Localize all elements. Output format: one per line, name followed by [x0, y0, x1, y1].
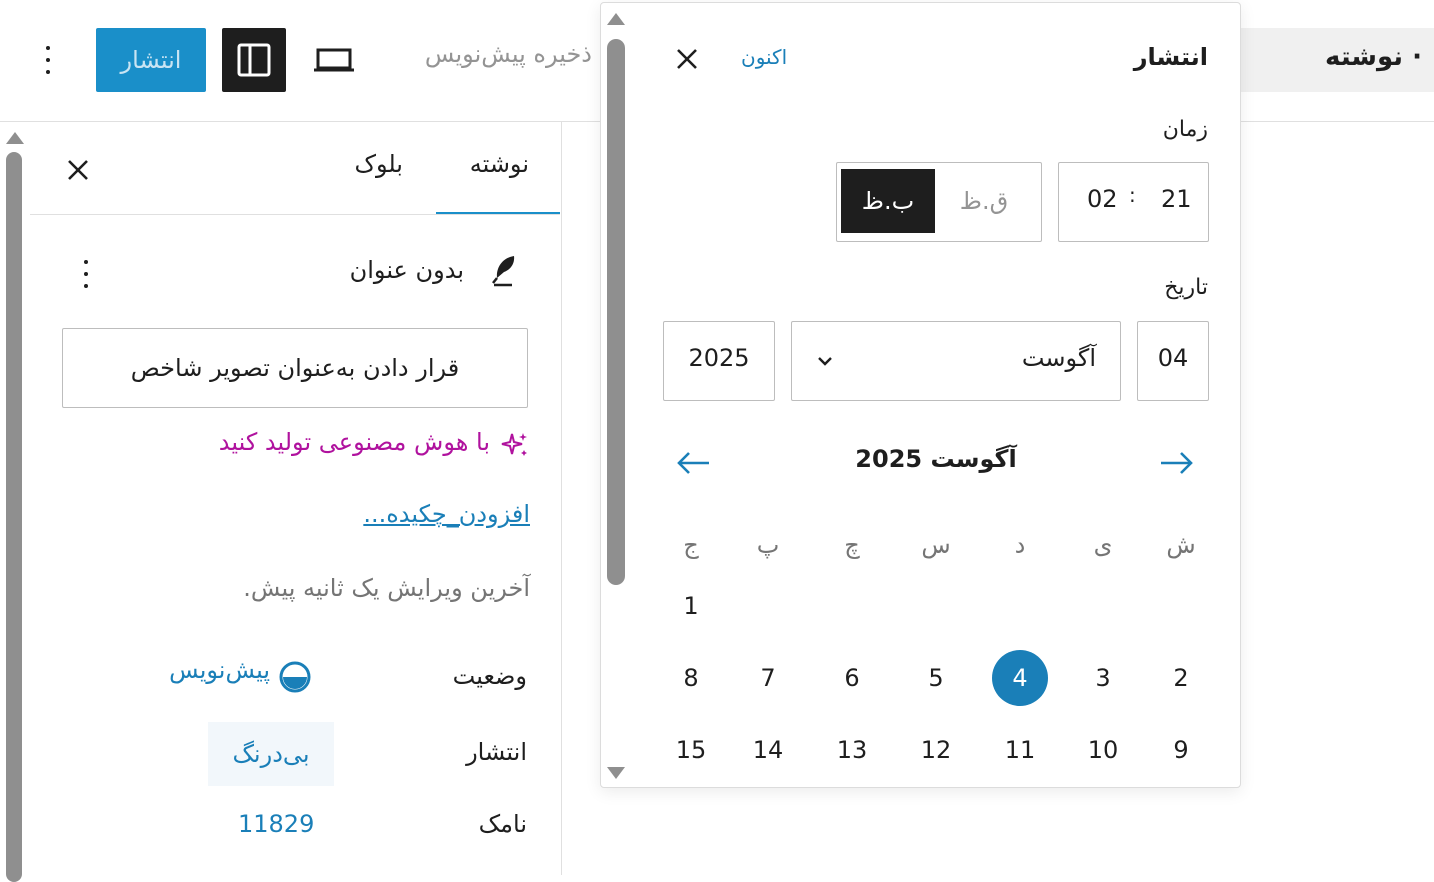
- close-icon: [68, 160, 88, 180]
- ai-generate-label: با هوش مصنوعی تولید کنید: [218, 428, 490, 456]
- month-value: آگوست: [1021, 344, 1096, 372]
- weekday-header: چ: [844, 531, 860, 559]
- save-draft-button[interactable]: ذخیره پیش‌نویس: [392, 40, 592, 68]
- hour-input[interactable]: 21: [1161, 185, 1192, 213]
- settings-sidebar: نوشته بلوک بدون عنوان قرار دادن به‌عنوان…: [0, 122, 562, 882]
- month-select[interactable]: آگوست: [791, 321, 1121, 401]
- slug-value-button[interactable]: 11829: [238, 810, 314, 838]
- slug-label: نامک: [478, 810, 527, 838]
- publish-label: انتشار: [466, 738, 527, 766]
- post-title: بدون عنوان: [349, 256, 464, 284]
- calendar-day[interactable]: 13: [824, 722, 880, 778]
- feather-icon: [492, 256, 515, 287]
- tabs-divider: [30, 214, 560, 215]
- calendar-day[interactable]: 12: [908, 722, 964, 778]
- draft-status-icon: [279, 661, 311, 693]
- popover-scroll-down-arrow[interactable]: [607, 767, 625, 779]
- calendar-month-heading: آگوست 2025: [855, 445, 1017, 473]
- am-pm-toggle: ق.ظ ب.ظ: [836, 162, 1042, 242]
- scroll-up-arrow[interactable]: [6, 132, 24, 144]
- calendar-day[interactable]: 6: [824, 650, 880, 706]
- add-excerpt-link[interactable]: افزودن_چکیده...: [300, 500, 530, 528]
- laptop-icon: [314, 48, 354, 72]
- weekday-header: ش: [1166, 531, 1196, 559]
- minute-input[interactable]: 02: [1087, 185, 1118, 213]
- options-menu-icon[interactable]: [30, 38, 66, 82]
- sparkle-icon: [501, 433, 527, 456]
- close-sidebar-button[interactable]: [60, 152, 96, 188]
- popover-scroll-up-arrow[interactable]: [607, 13, 625, 25]
- sidebar-scrollbar[interactable]: [6, 152, 22, 882]
- post-actions-menu-icon[interactable]: [72, 252, 100, 296]
- status-label: وضعیت: [452, 662, 527, 690]
- now-button[interactable]: اکنون: [741, 45, 787, 69]
- close-popover-button[interactable]: [671, 43, 703, 75]
- close-icon: [677, 49, 697, 69]
- status-value-button[interactable]: پیش‌نویس: [150, 656, 270, 700]
- weekday-header: پ: [756, 531, 780, 559]
- calendar-day[interactable]: 10: [1075, 722, 1131, 778]
- popover-scrollbar[interactable]: [607, 39, 625, 585]
- am-button[interactable]: ق.ظ: [937, 169, 1031, 233]
- calendar-day[interactable]: 8: [663, 650, 719, 706]
- set-featured-image-button[interactable]: قرار دادن به‌عنوان تصویر شاخص: [62, 328, 528, 408]
- ai-generate-link[interactable]: با هوش مصنوعی تولید کنید: [180, 426, 530, 466]
- settings-sidebar-toggle[interactable]: [222, 28, 286, 92]
- weekday-header: س: [921, 531, 951, 559]
- publish-button[interactable]: انتشار: [96, 28, 206, 92]
- calendar-day[interactable]: 9: [1153, 722, 1209, 778]
- weekday-header: د: [1014, 531, 1026, 559]
- calendar-day[interactable]: 7: [740, 650, 796, 706]
- calendar-day[interactable]: 11: [992, 722, 1048, 778]
- time-input: 02 : 21: [1058, 162, 1209, 242]
- publish-date-popover: انتشار اکنون زمان 02 : 21 ق.ظ ب.ظ تاریخ …: [600, 2, 1241, 788]
- publish-date-button[interactable]: بی‌درنگ: [208, 722, 334, 786]
- pm-button[interactable]: ب.ظ: [841, 169, 935, 233]
- sidebar-icon: [237, 43, 271, 77]
- device-preview-button[interactable]: [308, 36, 360, 84]
- document-bar[interactable]: · نوشته: [1240, 28, 1434, 92]
- document-label: · نوشته: [1325, 42, 1422, 72]
- last-edited-text: آخرین ویرایش یک ثانیه پیش.: [243, 574, 530, 602]
- popover-title: انتشار: [1133, 43, 1208, 71]
- date-label: تاریخ: [1164, 275, 1208, 300]
- calendar-day[interactable]: 1: [663, 578, 719, 634]
- calendar-day[interactable]: 2: [1153, 650, 1209, 706]
- calendar-day[interactable]: 15: [663, 722, 719, 778]
- calendar-day[interactable]: 5: [908, 650, 964, 706]
- year-input[interactable]: 2025: [663, 321, 775, 401]
- weekday-header: ج: [683, 531, 699, 559]
- arrow-right-icon[interactable]: [1157, 447, 1197, 479]
- time-label: زمان: [1162, 117, 1208, 142]
- calendar-day[interactable]: 3: [1075, 650, 1131, 706]
- post-summary-header: بدون عنوان: [60, 248, 530, 298]
- tab-block[interactable]: بلوک: [333, 150, 403, 178]
- weekday-header: ی: [1093, 531, 1113, 559]
- chevron-down-icon: [818, 357, 832, 366]
- time-separator: :: [1129, 183, 1136, 207]
- calendar-day[interactable]: 14: [740, 722, 796, 778]
- calendar-day-selected[interactable]: 4: [992, 650, 1048, 706]
- tab-post[interactable]: نوشته: [429, 150, 529, 178]
- arrow-left-icon[interactable]: [673, 447, 713, 479]
- day-input[interactable]: 04: [1137, 321, 1209, 401]
